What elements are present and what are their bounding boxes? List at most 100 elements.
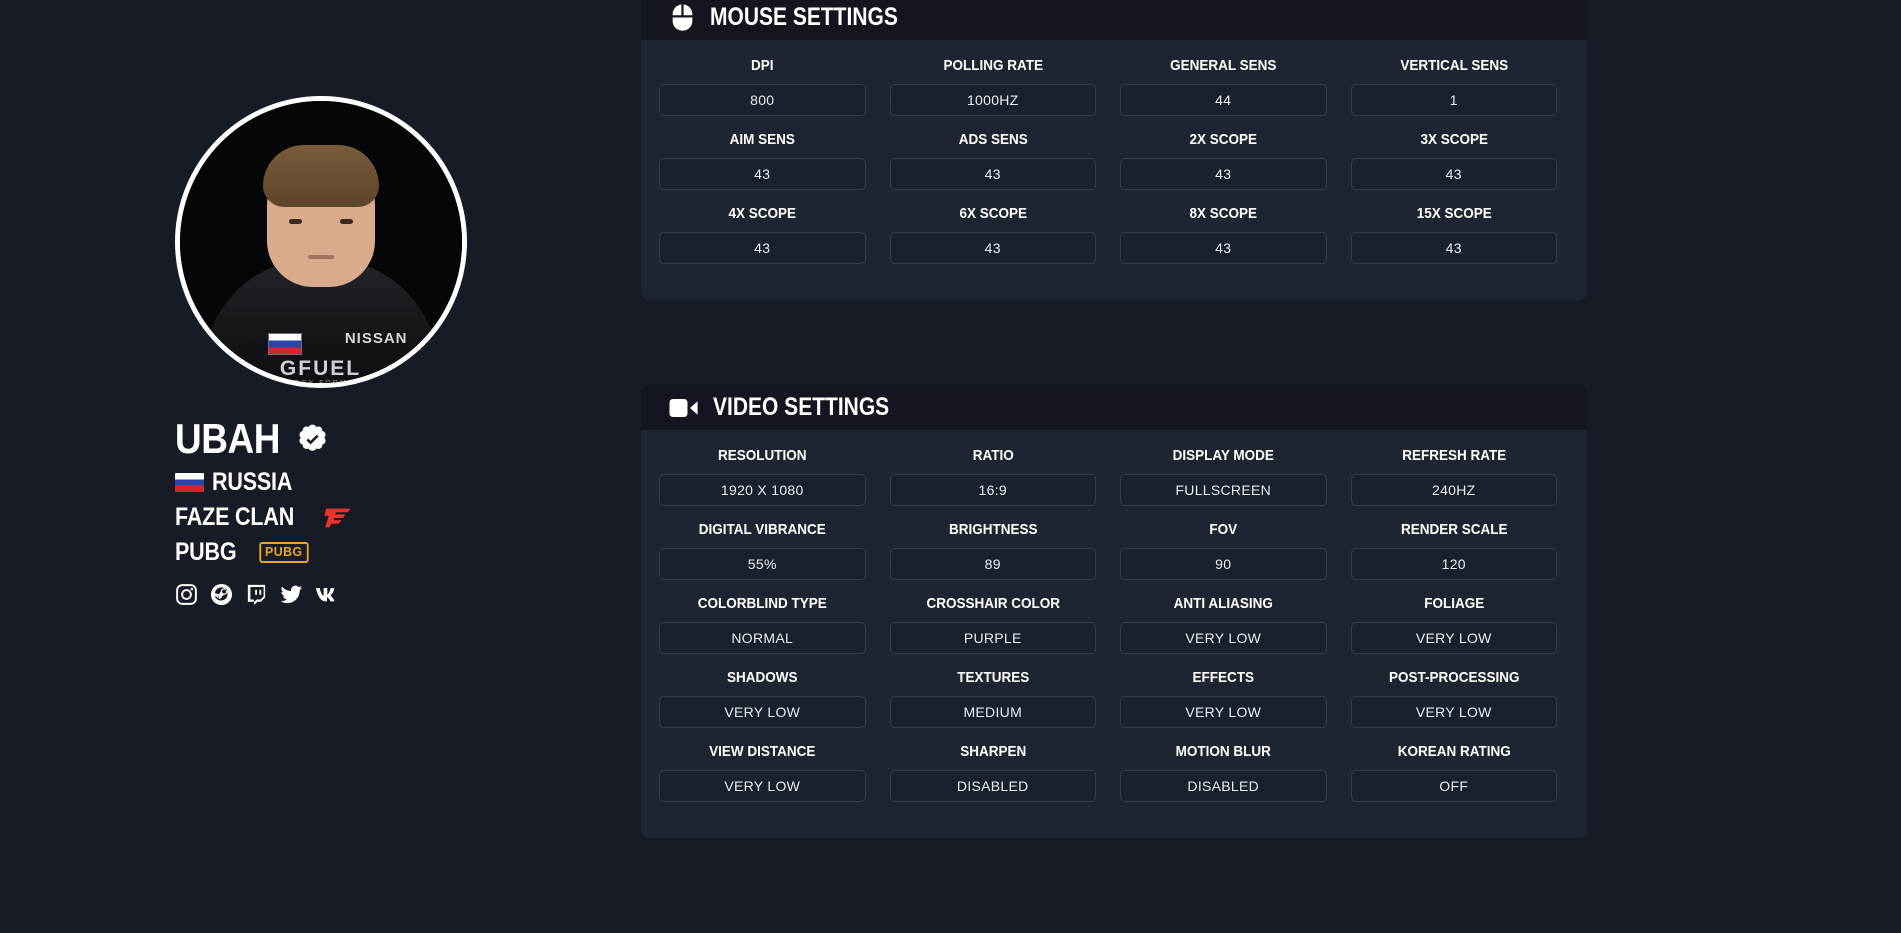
setting-value: 240HZ <box>1350 474 1557 506</box>
setting-label: ADS SENS <box>958 131 1028 148</box>
setting-label: COLORBLIND TYPE <box>697 595 827 612</box>
card-video-settings: VIDEO SETTINGS RESOLUTION 1920 X 1080 RATI… <box>641 385 1587 838</box>
setting-value: 89 <box>889 548 1096 580</box>
twitch-icon[interactable] <box>245 583 268 606</box>
player-profile-sidebar: NISSAN GFUEL ENERGY FORMULA UBAH RUSSIA … <box>0 0 641 933</box>
player-info: UBAH RUSSIA FAZE CLAN PUBG PUBG <box>174 418 467 606</box>
instagram-icon[interactable] <box>175 583 198 606</box>
setting-field: REFRESH RATE 240HZ <box>1350 448 1557 522</box>
setting-field: DPI 800 <box>659 58 866 132</box>
setting-field: SHARPEN DISABLED <box>889 743 1096 818</box>
setting-field: 4X SCOPE 43 <box>659 206 866 280</box>
setting-label: KOREAN RATING <box>1397 743 1511 760</box>
avatar-photo: NISSAN GFUEL ENERGY FORMULA <box>179 101 462 383</box>
setting-value: VERY LOW <box>1350 622 1557 654</box>
setting-value: VERY LOW <box>1120 696 1327 728</box>
setting-field: RESOLUTION 1920 X 1080 <box>659 448 866 522</box>
russia-flag-icon <box>174 473 204 492</box>
player-team: FAZE CLAN <box>174 503 294 531</box>
setting-label: FOLIAGE <box>1423 595 1484 612</box>
setting-label: 3X SCOPE <box>1419 131 1488 148</box>
card-title-mouse-settings: MOUSE SETTINGS <box>710 3 898 31</box>
player-country: RUSSIA <box>211 468 292 496</box>
setting-label: SHARPEN <box>959 743 1026 760</box>
setting-value: 43 <box>889 232 1096 264</box>
setting-label: 2X SCOPE <box>1189 131 1258 148</box>
setting-value: FULLSCREEN <box>1120 474 1327 506</box>
setting-value: 44 <box>1120 84 1327 116</box>
setting-value: VERY LOW <box>659 696 866 728</box>
player-name-row: UBAH <box>175 418 467 460</box>
player-country-row: RUSSIA <box>174 468 467 496</box>
player-settings-page: NISSAN GFUEL ENERGY FORMULA UBAH RUSSIA … <box>0 0 1901 933</box>
jersey-sponsor-sub: ENERGY FORMULA <box>273 379 368 387</box>
setting-value: PURPLE <box>889 622 1096 654</box>
setting-label: VERTICAL SENS <box>1399 57 1508 74</box>
setting-value: VERY LOW <box>1120 622 1327 654</box>
settings-grid-mouse: DPI 800 POLLING RATE 1000HZ GENERAL SENS 44 VE… <box>641 40 1587 300</box>
setting-field: DISPLAY MODE FULLSCREEN <box>1120 448 1327 522</box>
setting-value: MEDIUM <box>889 696 1096 728</box>
setting-label: FOV <box>1209 521 1238 538</box>
jersey-brand-nissan: NISSAN <box>344 330 408 347</box>
portrait-mouth <box>307 255 334 259</box>
setting-label: TEXTURES <box>956 669 1029 686</box>
setting-value: 16:9 <box>889 474 1096 506</box>
setting-label: RENDER SCALE <box>1400 521 1508 538</box>
avatar: NISSAN GFUEL ENERGY FORMULA <box>174 96 467 388</box>
player-name: UBAH <box>174 415 280 462</box>
setting-label: ANTI ALIASING <box>1173 595 1273 612</box>
setting-field: RENDER SCALE 120 <box>1350 521 1557 596</box>
mouse-icon <box>669 3 696 32</box>
setting-label: DISPLAY MODE <box>1172 447 1274 464</box>
setting-field: 3X SCOPE 43 <box>1350 131 1557 206</box>
jersey-sponsor-gfuel: GFUEL ENERGY FORMULA <box>273 356 368 387</box>
setting-field: VIEW DISTANCE VERY LOW <box>659 744 866 818</box>
setting-field: DIGITAL VIBRANCE 55% <box>659 522 866 596</box>
card-header-mouse-settings: MOUSE SETTINGS <box>641 0 1587 40</box>
setting-value: VERY LOW <box>1350 696 1557 728</box>
card-mouse-settings: MOUSE SETTINGS DPI 800 POLLING RATE 1000HZ G… <box>641 0 1587 300</box>
setting-field: RATIO 16:9 <box>889 448 1096 522</box>
setting-field: VERTICAL SENS 1 <box>1350 57 1557 132</box>
setting-label: VIEW DISTANCE <box>709 743 816 760</box>
setting-label: POST-PROCESSING <box>1388 669 1520 686</box>
setting-value: 43 <box>1120 158 1327 190</box>
setting-field: 2X SCOPE 43 <box>1120 132 1327 206</box>
setting-value: 55% <box>659 548 866 580</box>
setting-field: SHADOWS VERY LOW <box>659 670 866 744</box>
setting-label: RESOLUTION <box>717 447 807 464</box>
steam-icon[interactable] <box>210 583 233 606</box>
setting-field: ANTI ALIASING VERY LOW <box>1120 596 1327 670</box>
setting-field: CROSSHAIR COLOR PURPLE <box>889 596 1096 670</box>
setting-value: 120 <box>1350 548 1557 580</box>
setting-value: DISABLED <box>1120 770 1327 802</box>
pubg-badge: PUBG <box>259 541 309 564</box>
video-camera-icon <box>669 396 699 420</box>
setting-field: AIM SENS 43 <box>659 132 866 206</box>
twitter-icon[interactable] <box>280 583 303 606</box>
portrait-hair <box>262 145 379 207</box>
setting-value: 43 <box>659 158 866 190</box>
jersey-flag-patch <box>267 333 302 355</box>
setting-field: BRIGHTNESS 89 <box>889 521 1096 596</box>
settings-grid-video: RESOLUTION 1920 X 1080 RATIO 16:9 DISPLAY MO… <box>641 430 1587 838</box>
verified-badge-icon <box>299 424 326 451</box>
player-team-row: FAZE CLAN <box>175 505 467 530</box>
setting-field: COLORBLIND TYPE NORMAL <box>659 596 866 670</box>
setting-label: 15X SCOPE <box>1416 205 1492 222</box>
setting-value: VERY LOW <box>659 770 866 802</box>
setting-label: DIGITAL VIBRANCE <box>698 521 826 538</box>
setting-label: BRIGHTNESS <box>948 521 1038 538</box>
setting-label: MOTION BLUR <box>1175 743 1271 760</box>
setting-field: GENERAL SENS 44 <box>1120 58 1327 132</box>
vk-icon[interactable] <box>315 583 338 606</box>
setting-label: POLLING RATE <box>942 57 1043 74</box>
setting-value: 43 <box>889 158 1096 190</box>
setting-field: ADS SENS 43 <box>889 131 1096 206</box>
setting-field: POLLING RATE 1000HZ <box>889 57 1096 132</box>
setting-label: 6X SCOPE <box>958 205 1027 222</box>
setting-value: 43 <box>1120 232 1327 264</box>
setting-label: DPI <box>750 57 774 74</box>
social-links <box>175 583 467 606</box>
